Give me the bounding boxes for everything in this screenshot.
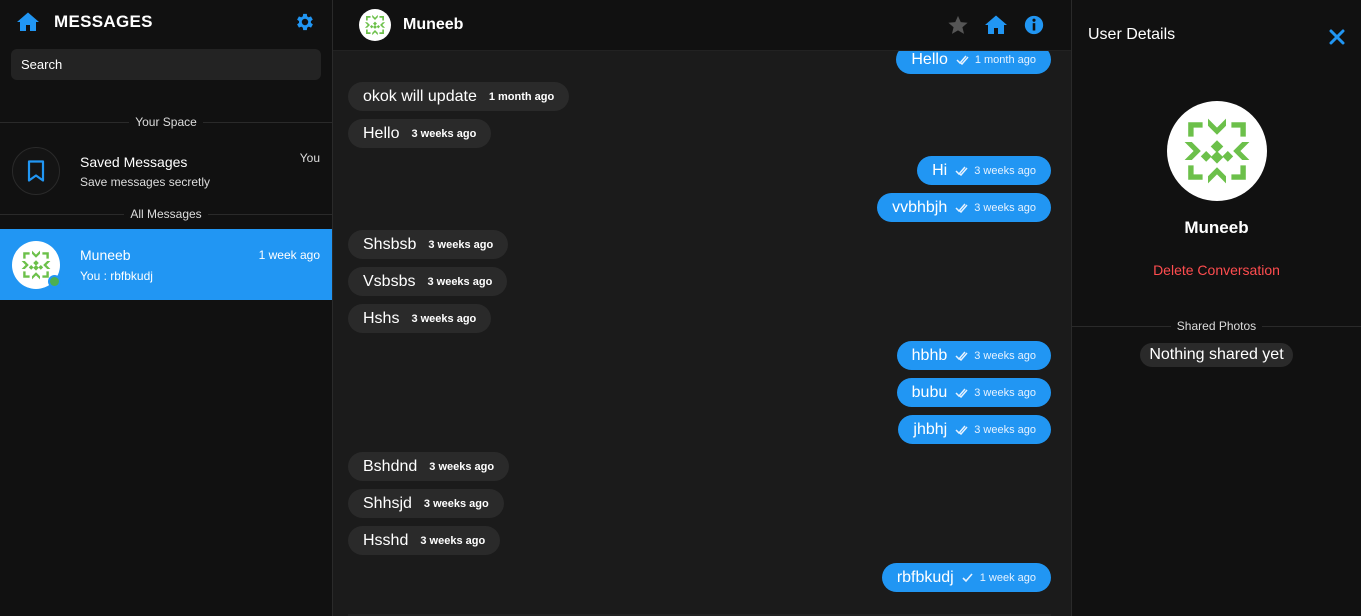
message-text: okok will update xyxy=(363,87,477,105)
search-input[interactable] xyxy=(21,57,311,72)
user-details-panel: User Details Muneeb Delete Conversation … xyxy=(1071,0,1361,616)
sidebar: MESSAGES Your Space Saved Messages Save … xyxy=(0,0,333,616)
message-bubble[interactable]: Vsbsbs 3 weeks ago xyxy=(348,267,508,296)
close-icon[interactable] xyxy=(1329,29,1345,45)
your-space-label: Your Space xyxy=(129,115,203,129)
saved-subtitle: Save messages secretly xyxy=(80,174,211,189)
message-text: jhbhj xyxy=(913,420,948,438)
message-bubble[interactable]: Hello 3 weeks ago xyxy=(348,119,492,148)
all-messages-divider: All Messages xyxy=(0,207,332,221)
contact-time: 1 week ago xyxy=(258,248,320,262)
message-bubble[interactable]: jhbhj 3 weeks ago xyxy=(898,415,1051,444)
message-bubble[interactable]: Shhsjd 3 weeks ago xyxy=(348,489,504,518)
message-time: 3 weeks ago xyxy=(955,387,1036,399)
delete-conversation-button[interactable]: Delete Conversation xyxy=(1072,262,1361,278)
message-time: 3 weeks ago xyxy=(420,534,486,547)
message-bubble[interactable]: okok will update 1 month ago xyxy=(348,82,570,111)
message-time: 3 weeks ago xyxy=(423,497,489,510)
nothing-shared-label: Nothing shared yet xyxy=(1140,343,1293,367)
message-text: rbfbkudj xyxy=(896,568,954,586)
all-messages-label: All Messages xyxy=(124,207,208,221)
online-status-dot xyxy=(48,274,61,288)
message-bubble[interactable]: Hsshd 3 weeks ago xyxy=(348,526,501,555)
sidebar-header: MESSAGES xyxy=(0,0,332,44)
saved-avatar xyxy=(12,147,60,195)
message-time: 1 month ago xyxy=(956,54,1036,66)
double-check-icon xyxy=(956,55,972,65)
message-text: Hsshd xyxy=(363,531,409,549)
shared-photos-label: Shared Photos xyxy=(1170,319,1263,333)
message-time: 3 weeks ago xyxy=(955,165,1036,177)
message-time: 3 weeks ago xyxy=(955,202,1036,214)
details-name: Muneeb xyxy=(1184,218,1249,237)
message-time: 3 weeks ago xyxy=(411,127,477,140)
home-icon[interactable] xyxy=(984,13,1008,37)
message-list[interactable]: Hello 1 month ago okok will update 1 month … xyxy=(333,51,1071,616)
saved-title: Saved Messages xyxy=(80,153,188,170)
gear-icon[interactable] xyxy=(294,11,316,33)
message-text: Hshs xyxy=(363,309,400,327)
message-bubble[interactable]: rbfbkudj 1 week ago xyxy=(881,563,1051,592)
message-time: 3 weeks ago xyxy=(411,312,477,325)
message-bubble[interactable]: Shsbsb 3 weeks ago xyxy=(348,230,509,259)
saved-messages-item[interactable]: Saved Messages Save messages secretly Yo… xyxy=(0,137,332,205)
message-bubble[interactable]: Bshdnd 3 weeks ago xyxy=(348,452,510,481)
message-text: Vsbsbs xyxy=(363,272,416,290)
double-check-icon xyxy=(955,203,971,213)
message-time: 3 weeks ago xyxy=(955,424,1036,436)
message-time: 1 month ago xyxy=(488,90,555,103)
check-icon xyxy=(962,572,977,583)
chat-avatar[interactable] xyxy=(359,9,391,41)
message-time: 3 weeks ago xyxy=(955,350,1036,362)
bookmark-icon xyxy=(27,160,45,182)
double-check-icon xyxy=(955,388,971,398)
chat-contact-name: Muneeb xyxy=(403,16,464,33)
message-time: 1 week ago xyxy=(962,572,1036,584)
message-time: 3 weeks ago xyxy=(428,238,494,251)
message-time: 3 weeks ago xyxy=(427,275,493,288)
details-title: User Details xyxy=(1088,26,1176,43)
message-bubble[interactable]: hbhb 3 weeks ago xyxy=(896,341,1051,370)
details-header: User Details xyxy=(1072,0,1361,70)
message-bubble[interactable]: Hi 3 weeks ago xyxy=(917,156,1051,185)
saved-badge: You xyxy=(299,151,320,165)
contact-item-muneeb[interactable]: Muneeb You : rbfbkudj 1 week ago xyxy=(0,229,332,300)
message-text: Hello xyxy=(363,124,400,142)
message-text: Hello xyxy=(911,51,948,68)
message-bubble[interactable]: Hshs 3 weeks ago xyxy=(348,304,492,333)
identicon-icon xyxy=(1184,118,1249,184)
chat-header: Muneeb xyxy=(333,0,1071,51)
message-bubble[interactable]: vvbhbjh 3 weeks ago xyxy=(877,193,1051,222)
message-text: Hi xyxy=(932,161,948,179)
message-text: bubu xyxy=(911,383,948,401)
message-text: Shsbsb xyxy=(363,235,417,253)
message-text: vvbhbjh xyxy=(892,198,948,216)
message-bubble[interactable]: Hello 1 month ago xyxy=(896,51,1051,74)
details-avatar xyxy=(1166,101,1267,201)
contact-name: Muneeb xyxy=(80,246,131,263)
app-root: MESSAGES Your Space Saved Messages Save … xyxy=(0,0,1361,616)
message-time: 3 weeks ago xyxy=(429,460,495,473)
sidebar-title: MESSAGES xyxy=(54,12,153,31)
star-icon[interactable] xyxy=(947,14,969,36)
chat-panel: Muneeb Hello 1 month ago okok will update 1… xyxy=(333,0,1071,616)
message-text: hbhb xyxy=(911,346,948,364)
contact-last-message: You : rbfbkudj xyxy=(80,268,153,283)
empty-state: Nothing shared yet xyxy=(1072,343,1361,367)
shared-photos-divider: Shared Photos xyxy=(1072,319,1361,333)
message-text: Bshdnd xyxy=(363,457,418,475)
home-icon[interactable] xyxy=(16,10,40,34)
message-text: Shhsjd xyxy=(363,494,412,512)
double-check-icon xyxy=(955,166,971,176)
double-check-icon xyxy=(955,425,971,435)
search-box[interactable] xyxy=(11,49,321,80)
double-check-icon xyxy=(955,351,971,361)
your-space-divider: Your Space xyxy=(0,115,332,129)
info-icon[interactable] xyxy=(1023,14,1045,36)
message-bubble[interactable]: bubu 3 weeks ago xyxy=(896,378,1051,407)
identicon-icon xyxy=(364,14,386,36)
avatar xyxy=(12,240,61,289)
